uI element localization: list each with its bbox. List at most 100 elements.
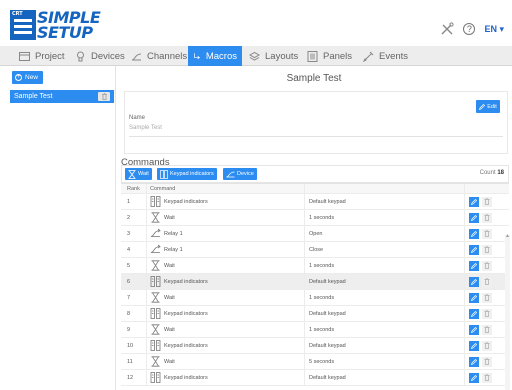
edit-row-button[interactable] xyxy=(469,356,479,367)
logo-chip-icon: CRT xyxy=(10,10,36,40)
delete-row-button[interactable] xyxy=(482,228,492,239)
delete-row-button[interactable] xyxy=(482,212,492,223)
name-label: Name xyxy=(129,115,146,121)
relay-icon xyxy=(150,228,161,239)
edit-row-button[interactable] xyxy=(469,372,479,383)
table-row[interactable]: 8 Keypad indicators Default keypad xyxy=(121,306,509,322)
table-row[interactable]: 4 Relay 1 Close xyxy=(121,242,509,258)
add-device-button[interactable]: Device xyxy=(223,168,257,180)
command-cell: Wait xyxy=(147,210,305,225)
add-wait-button[interactable]: Wait xyxy=(125,168,152,180)
value-cell: Default keypad xyxy=(305,338,465,353)
delete-row-button[interactable] xyxy=(482,196,492,207)
plus-icon: + xyxy=(15,74,22,81)
edit-row-button[interactable] xyxy=(469,340,479,351)
edit-row-button[interactable] xyxy=(469,196,479,207)
table-row[interactable]: 11 Wait 5 seconds xyxy=(121,354,509,370)
pencil-icon xyxy=(471,262,477,269)
tab-layouts[interactable]: Layouts xyxy=(244,46,303,66)
tools-icon[interactable] xyxy=(440,22,455,36)
rank-cell: 11 xyxy=(121,354,147,369)
table-row[interactable]: 10 Keypad indicators Default keypad xyxy=(121,338,509,354)
edit-row-button[interactable] xyxy=(469,276,479,287)
add-keypad-button[interactable]: Keypad indicators xyxy=(157,168,217,180)
rank-cell: 8 xyxy=(121,306,147,321)
command-cell: Relay 1 xyxy=(147,226,305,241)
macros-icon xyxy=(194,52,200,59)
value-cell: Default keypad xyxy=(305,370,465,385)
table-row[interactable]: 5 Wait 1 seconds xyxy=(121,258,509,274)
edit-row-button[interactable] xyxy=(469,228,479,239)
rank-cell: 7 xyxy=(121,290,147,305)
edit-row-button[interactable] xyxy=(469,212,479,223)
row-actions xyxy=(465,338,509,353)
help-icon[interactable]: ? xyxy=(463,23,476,35)
edit-row-button[interactable] xyxy=(469,244,479,255)
pencil-icon xyxy=(471,294,477,301)
app-logo[interactable]: CRT SIMPLE SETUP xyxy=(10,9,128,41)
value-cell: Default keypad xyxy=(305,306,465,321)
rank-cell: 3 xyxy=(121,226,147,241)
hourglass-icon xyxy=(150,212,161,223)
language-selector[interactable]: EN ▾ xyxy=(484,24,504,35)
tab-label: Macros xyxy=(205,50,237,62)
new-macro-button[interactable]: + New xyxy=(12,71,44,84)
pencil-icon xyxy=(471,374,477,381)
project-icon xyxy=(19,51,30,61)
table-row[interactable]: 6 Keypad indicators Default keypad xyxy=(121,274,509,290)
value-cell: 1 seconds xyxy=(305,210,465,225)
edit-row-button[interactable] xyxy=(469,324,479,335)
delete-row-button[interactable] xyxy=(482,372,492,383)
table-row[interactable]: 2 Wait 1 seconds xyxy=(121,210,509,226)
command-name: Relay 1 xyxy=(164,246,183,253)
delete-row-button[interactable] xyxy=(482,276,492,287)
delete-row-button[interactable] xyxy=(482,356,492,367)
edit-row-button[interactable] xyxy=(469,308,479,319)
edit-button[interactable]: Edit xyxy=(476,100,500,113)
tab-events[interactable]: Events xyxy=(358,46,413,66)
table-row[interactable]: 9 Wait 1 seconds xyxy=(121,322,509,338)
edit-row-button[interactable] xyxy=(469,292,479,303)
delete-row-button[interactable] xyxy=(482,260,492,271)
top-icons: ? EN ▾ xyxy=(440,22,504,36)
trash-icon xyxy=(484,374,490,381)
layouts-icon xyxy=(249,51,260,61)
table-row[interactable]: 12 Keypad indicators Default keypad xyxy=(121,370,509,386)
rank-cell: 1 xyxy=(121,194,147,209)
command-cell: Keypad indicators xyxy=(147,306,305,321)
table-row[interactable]: 7 Wait 1 seconds xyxy=(121,290,509,306)
table-row[interactable]: 3 Relay 1 Open xyxy=(121,226,509,242)
commands-toolbar: Wait Keypad indicators Device Count 18 xyxy=(121,165,509,183)
tab-devices[interactable]: Devices xyxy=(70,46,130,66)
tab-panels[interactable]: Panels xyxy=(302,46,357,66)
keypad-icon xyxy=(150,308,161,319)
delete-macro-button[interactable] xyxy=(98,92,110,101)
tab-macros[interactable]: Macros xyxy=(188,46,242,66)
value-cell: 1 seconds xyxy=(305,322,465,337)
macro-sidebar: + New Sample Test xyxy=(0,66,116,390)
delete-row-button[interactable] xyxy=(482,244,492,255)
delete-row-button[interactable] xyxy=(482,308,492,319)
delete-row-button[interactable] xyxy=(482,292,492,303)
command-name: Relay 1 xyxy=(164,230,183,237)
macro-list-item[interactable]: Sample Test xyxy=(10,90,114,103)
command-cell: Keypad indicators xyxy=(147,338,305,353)
delete-row-button[interactable] xyxy=(482,324,492,335)
rank-cell: 4 xyxy=(121,242,147,257)
command-cell: Wait xyxy=(147,258,305,273)
trash-icon xyxy=(484,198,490,205)
macro-detail: Sample Test Edit Name Sample Test Comman… xyxy=(116,66,512,390)
tab-channels[interactable]: Channels xyxy=(126,46,192,66)
command-cell: Wait xyxy=(147,354,305,369)
tab-project[interactable]: Project xyxy=(14,46,70,66)
pencil-icon xyxy=(471,214,477,221)
pencil-icon xyxy=(471,278,477,285)
scroll-up-icon[interactable]: ▲ xyxy=(505,233,510,239)
table-row[interactable]: 1 Keypad indicators Default keypad xyxy=(121,194,509,210)
delete-row-button[interactable] xyxy=(482,340,492,351)
trash-icon xyxy=(484,342,490,349)
trash-icon xyxy=(484,294,490,301)
table-scrollbar[interactable]: ▲ xyxy=(505,233,510,390)
trash-icon xyxy=(484,310,490,317)
edit-row-button[interactable] xyxy=(469,260,479,271)
